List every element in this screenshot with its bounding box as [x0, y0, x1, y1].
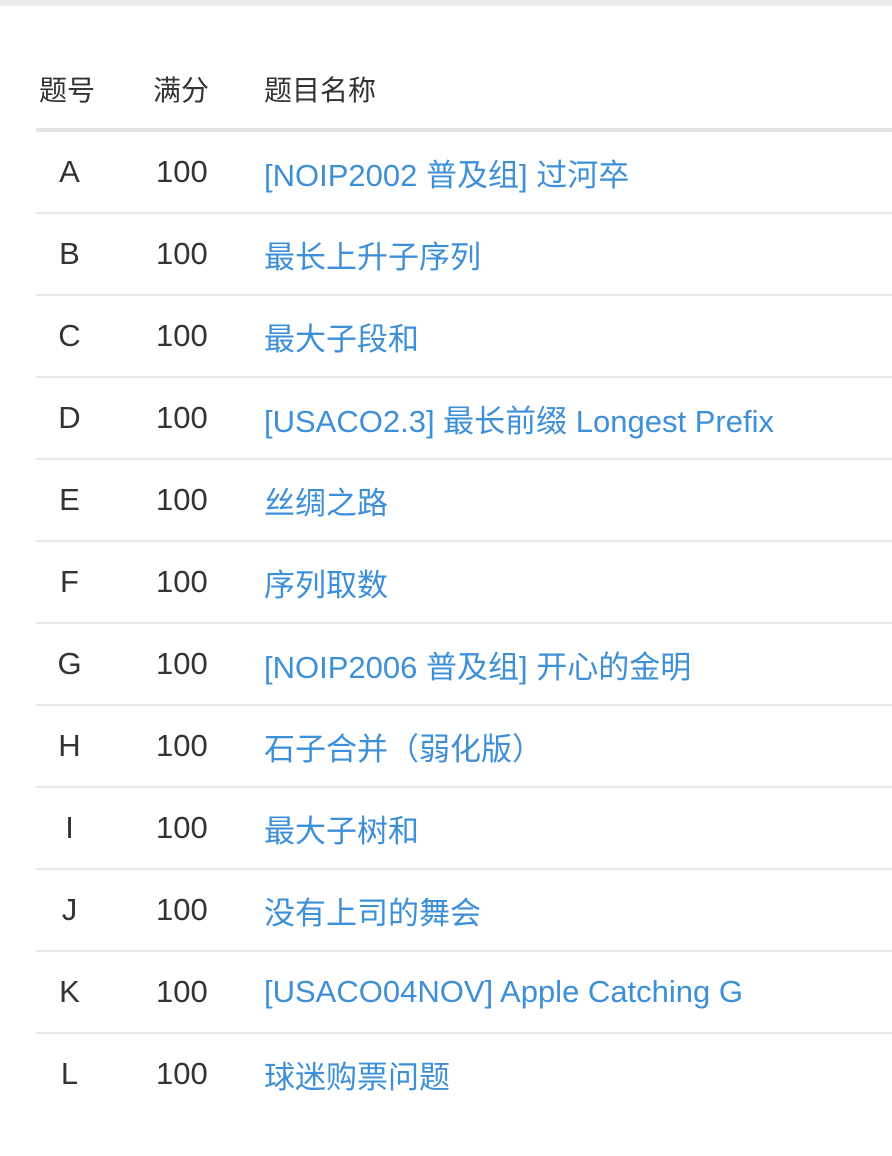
header-problem-name: 题目名称: [264, 50, 892, 132]
table-row: G 100 [NOIP2006 普及组] 开心的金明: [36, 623, 892, 706]
problem-name-cell: 没有上司的舞会: [264, 869, 892, 952]
table-row: B 100 最长上升子序列: [36, 213, 892, 296]
problem-score: 100: [153, 951, 264, 1034]
problem-link[interactable]: [USACO04NOV] Apple Catching G: [264, 974, 743, 1009]
problem-id: H: [36, 705, 153, 788]
top-divider: [0, 0, 892, 6]
problem-link[interactable]: [NOIP2006 普及组] 开心的金明: [264, 650, 691, 685]
problem-name-cell: [USACO04NOV] Apple Catching G: [264, 951, 892, 1034]
problem-id: L: [60, 1056, 79, 1091]
table-row: A 100 [NOIP2002 普及组] 过河卒: [36, 130, 892, 214]
table-row: D 100 [USACO2.3] 最长前缀 Longest Prefix: [36, 377, 892, 460]
table-row: I 100 最大子树和: [36, 787, 892, 870]
problem-score: 100: [153, 869, 264, 952]
problem-name-cell: [NOIP2002 普及组] 过河卒: [264, 130, 892, 214]
problem-id: J: [36, 869, 153, 952]
problem-name-cell: [NOIP2006 普及组] 开心的金明: [264, 623, 892, 706]
problem-id: E: [36, 459, 153, 542]
problem-score: 100: [153, 787, 264, 870]
problem-link[interactable]: [USACO2.3] 最长前缀 Longest Prefix: [264, 404, 774, 439]
table-header-row: 题号 满分 题目名称: [36, 50, 892, 132]
problem-score: 100: [153, 705, 264, 788]
table-row: E 100 丝绸之路: [36, 459, 892, 542]
table-row: C 100 最大子段和: [36, 295, 892, 378]
problem-score: 100: [156, 1056, 208, 1091]
problem-id: F: [36, 541, 153, 624]
table-row: L 100 球迷购票问题: [36, 1033, 892, 1114]
problem-id: I: [36, 787, 153, 870]
problem-name-cell: 最长上升子序列: [264, 213, 892, 296]
table-row: H 100 石子合并（弱化版）: [36, 705, 892, 788]
header-problem-id: 题号: [36, 50, 153, 132]
problem-name-cell: 石子合并（弱化版）: [264, 705, 892, 788]
problem-name-cell: 最大子段和: [264, 295, 892, 378]
problem-id: G: [36, 623, 153, 706]
problem-link[interactable]: 序列取数: [264, 568, 388, 603]
problem-name-cell: 丝绸之路: [264, 459, 892, 542]
problem-list-table: 题号 满分 题目名称 A 100 [NOIP2002 普及组] 过河卒 B 10…: [36, 50, 892, 1114]
problem-score: 100: [153, 377, 264, 460]
problem-name-cell: [USACO2.3] 最长前缀 Longest Prefix: [264, 377, 892, 460]
problem-id: B: [36, 213, 153, 296]
problem-score: 100: [153, 295, 264, 378]
problem-link[interactable]: 石子合并（弱化版）: [264, 732, 543, 767]
problem-link[interactable]: 最长上升子序列: [264, 240, 481, 275]
problem-link[interactable]: 没有上司的舞会: [264, 896, 481, 931]
table-row: F 100 序列取数: [36, 541, 892, 624]
problem-score: 100: [153, 130, 264, 214]
problem-name-cell: 最大子树和: [264, 787, 892, 870]
problem-link[interactable]: [NOIP2002 普及组] 过河卒: [264, 158, 629, 193]
problem-link[interactable]: 最大子树和: [264, 814, 419, 849]
table-row: J 100 没有上司的舞会: [36, 869, 892, 952]
problem-link[interactable]: 丝绸之路: [264, 486, 388, 521]
problem-link[interactable]: 最大子段和: [264, 322, 419, 357]
header-full-score: 满分: [153, 50, 264, 132]
problem-score: 100: [153, 623, 264, 706]
problem-score: 100: [153, 541, 264, 624]
table-row: K 100 [USACO04NOV] Apple Catching G: [36, 951, 892, 1034]
problem-id: D: [36, 377, 153, 460]
problem-score: 100: [153, 459, 264, 542]
problem-id: C: [36, 295, 153, 378]
problem-name-cell: 序列取数: [264, 541, 892, 624]
problem-score: 100: [153, 213, 264, 296]
problem-id: K: [36, 951, 153, 1034]
problem-name-cell: 球迷购票问题: [264, 1033, 892, 1114]
problem-id: A: [36, 130, 153, 214]
problem-link[interactable]: 球迷购票问题: [264, 1060, 450, 1095]
